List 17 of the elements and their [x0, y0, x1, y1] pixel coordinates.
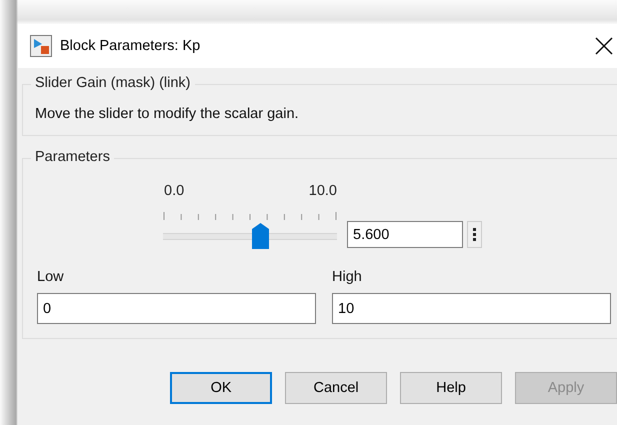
dialog-button[interactable]: Help [400, 372, 502, 404]
dialog-button[interactable]: OK [170, 372, 272, 404]
kebab-icon [473, 228, 476, 241]
group-title: Slider Gain (mask) (link) [31, 75, 194, 91]
slider-min-label: 0.0 [164, 183, 184, 199]
block-icon [30, 35, 52, 57]
field-label: High [332, 269, 363, 285]
more-button[interactable] [467, 221, 482, 248]
window-title: Block Parameters: Kp [60, 38, 202, 54]
slider-max-label: 10.0 [308, 183, 337, 199]
field-label: Low [37, 269, 65, 285]
input-field[interactable]: 10 [332, 293, 611, 324]
dialog-button[interactable]: Cancel [285, 372, 388, 404]
description-text: Move the slider to modify the scalar gain. [34, 105, 300, 124]
input-field[interactable]: 0 [37, 293, 316, 324]
slider-thumb[interactable] [252, 223, 270, 249]
value-field[interactable]: 5.600 [347, 221, 463, 248]
